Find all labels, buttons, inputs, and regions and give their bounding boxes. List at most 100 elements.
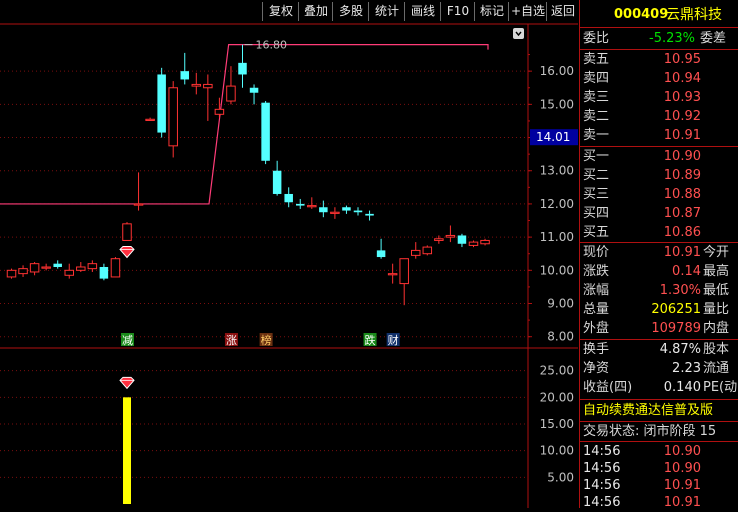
candle [353, 207, 363, 216]
stat-value: 4.87% [659, 342, 701, 357]
price-tick-label: 9.00 [547, 297, 574, 311]
candle-body [53, 263, 62, 267]
stat-extra: 流通 [703, 361, 730, 376]
candle-body [238, 62, 247, 75]
bid-label: 买三 [583, 187, 610, 202]
candle [168, 81, 178, 158]
bid-value: 10.89 [663, 168, 701, 183]
toolbar-button-2[interactable]: 多股 [332, 2, 369, 21]
ask-label: 卖一 [583, 128, 610, 143]
candle [122, 222, 132, 241]
ask-label: 卖三 [583, 90, 610, 105]
bid-label: 买一 [583, 149, 610, 164]
candle-body [41, 266, 51, 269]
candle [284, 187, 293, 208]
volume-bar [123, 397, 131, 504]
bid-row: 买四 10.87 [580, 204, 738, 223]
quote-value: 1.30% [659, 283, 701, 298]
promo-row[interactable]: 自动续费通达信普及版 [580, 401, 738, 420]
ask-label: 卖五 [583, 52, 610, 67]
toolbar-button-6[interactable]: 标记 [474, 2, 509, 21]
stat-extra: 股本 [703, 342, 730, 357]
candle [53, 260, 62, 269]
ask-value: 10.95 [663, 52, 701, 67]
candle [296, 198, 305, 209]
event-marker: 减 [121, 333, 134, 347]
ask-row: 卖二 10.92 [580, 107, 738, 126]
promo-text[interactable]: 自动续费通达信普及版 [583, 401, 713, 420]
scroll-icon[interactable] [513, 28, 524, 39]
candle [376, 238, 386, 259]
event-marker-label: 财 [388, 333, 399, 347]
candle-body [180, 71, 189, 80]
gem-icon [119, 376, 135, 390]
quote-extra: 内盘 [703, 321, 730, 336]
candle [272, 160, 282, 196]
bid-row: 买一 10.90 [580, 147, 738, 166]
current-price-label: 14.01 [536, 130, 570, 144]
candle-body [157, 74, 166, 133]
candle-body [284, 193, 293, 203]
price-tick-label: 10.00 [540, 263, 574, 277]
quote-label: 现价 [583, 245, 610, 260]
quote-value: 206251 [651, 302, 701, 317]
candle [191, 72, 202, 95]
toolbar-button-1[interactable]: 叠加 [298, 2, 333, 21]
event-marker-label: 涨 [226, 334, 237, 347]
candle-body [168, 87, 178, 147]
candle [457, 233, 467, 248]
candle-body [133, 203, 144, 206]
bid-label: 买二 [583, 168, 610, 183]
candle [226, 66, 236, 105]
ask-value: 10.94 [663, 71, 701, 86]
toolbar-button-0[interactable]: 复权 [262, 2, 299, 21]
candle [468, 240, 479, 248]
bid-value: 10.88 [663, 187, 701, 202]
candle-body [64, 269, 74, 276]
quote-row: 外盘 109789 内盘 [580, 319, 738, 338]
candle [157, 67, 166, 138]
candle [133, 172, 144, 211]
ask-row: 卖五 10.95 [580, 50, 738, 69]
candle-body [365, 213, 374, 216]
candle-body [110, 258, 121, 278]
chart-area[interactable]: 16.80减涨榜跌财 16.0015.0014.0013.0012.0011.0… [0, 0, 578, 508]
event-marker: 榜 [259, 333, 273, 347]
bid-row: 买二 10.89 [580, 166, 738, 185]
quote-extra: 最低 [703, 283, 730, 298]
order-ratio-value: -5.23% [649, 31, 695, 46]
toolbar-button-8[interactable]: 返回 [546, 2, 579, 21]
scroll-icon-bg [513, 28, 524, 39]
candle-body [296, 203, 305, 206]
quote-value: 10.91 [663, 245, 701, 260]
toolbar-button-5[interactable]: F10 [440, 2, 475, 21]
toolbar: 复权 叠加 多股 统计 画线 F10 标记 +自选 返回 [0, 0, 578, 24]
trade-status-row: 交易状态: 闭市阶段 15 [580, 422, 738, 441]
ask-row: 卖四 10.94 [580, 69, 738, 88]
candle [387, 263, 398, 284]
stat-label: 净资 [583, 361, 610, 376]
candle-body [411, 249, 421, 256]
volume-tick-label: 20.00 [540, 390, 574, 404]
candle-body [226, 85, 236, 102]
ask-row: 卖一 10.91 [580, 126, 738, 145]
toolbar-button-4[interactable]: 画线 [404, 2, 441, 21]
candle-body [122, 223, 132, 241]
event-marker-label: 减 [122, 334, 133, 347]
toolbar-button-7[interactable]: +自选 [508, 2, 547, 21]
candle [365, 210, 374, 221]
tick-row: 14:56 10.91 [580, 493, 738, 512]
quote-value: 0.14 [672, 264, 701, 279]
quote-extra: 量比 [703, 302, 730, 317]
event-marker: 跌 [363, 333, 377, 347]
candle [41, 263, 51, 271]
candle-body [399, 258, 409, 285]
candle [445, 225, 456, 243]
bid-row: 买五 10.86 [580, 223, 738, 242]
candle [238, 44, 247, 88]
toolbar-button-3[interactable]: 统计 [368, 2, 405, 21]
candle-body [249, 87, 259, 93]
event-marker-label: 榜 [261, 333, 272, 347]
order-ratio-row: 委比 -5.23% 委差 [580, 29, 738, 48]
candle-body [376, 250, 386, 258]
